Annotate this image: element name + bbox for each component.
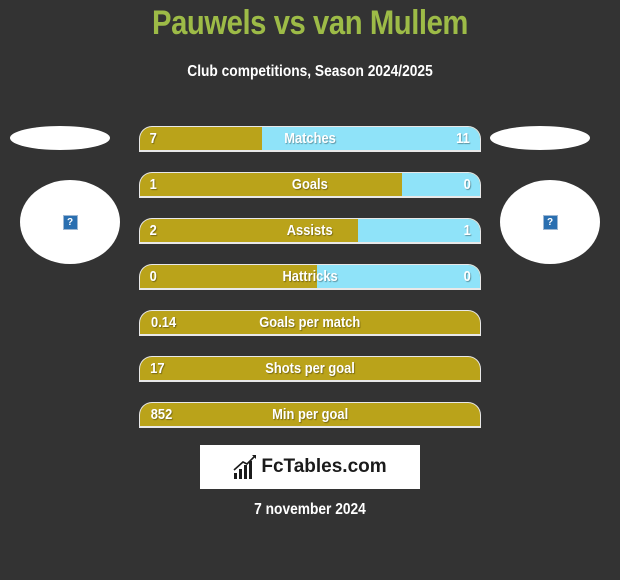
stat-bar-min-per-goal: 852 Min per goal [139,402,481,428]
stat-label: Shots per goal [265,360,355,377]
stat-bar-hattricks: 0 Hattricks 0 [139,264,481,290]
logo-text: FcTables.com [261,456,387,477]
stat-label: Min per goal [272,406,348,423]
right-value: 0 [463,176,471,193]
competition-subtitle: Club competitions, Season 2024/2025 [187,63,433,80]
stat-label: Hattricks [282,268,338,285]
stat-label: Matches [284,130,336,147]
stat-bar-goals-per-match: 0.14 Goals per match [139,310,481,336]
stat-label: Assists [287,222,333,239]
broken-image-icon: ? [542,214,558,230]
right-player-name-placeholder [490,126,590,150]
bar-chart-trend-icon [233,455,257,479]
match-date: 7 november 2024 [254,501,366,518]
stat-bar-assists: 2 Assists 1 [139,218,481,244]
right-value: 11 [456,130,470,147]
fctables-logo[interactable]: FcTables.com [200,445,420,489]
right-value: 0 [463,268,471,285]
stat-label: Goals per match [259,314,361,331]
stat-bar-goals: 1 Goals 0 [139,172,481,198]
broken-image-icon: ? [62,214,78,230]
right-player-avatar[interactable]: ? [500,180,600,264]
right-value: 1 [463,222,471,239]
left-player-avatar[interactable]: ? [20,180,120,264]
left-player-name-placeholder [10,126,110,150]
page-title: Pauwels vs van Mullem [152,4,468,42]
stat-label: Goals [292,176,328,193]
stat-bar-matches: 7 Matches 11 [139,126,481,152]
stat-bar-shots-per-goal: 17 Shots per goal [139,356,481,382]
